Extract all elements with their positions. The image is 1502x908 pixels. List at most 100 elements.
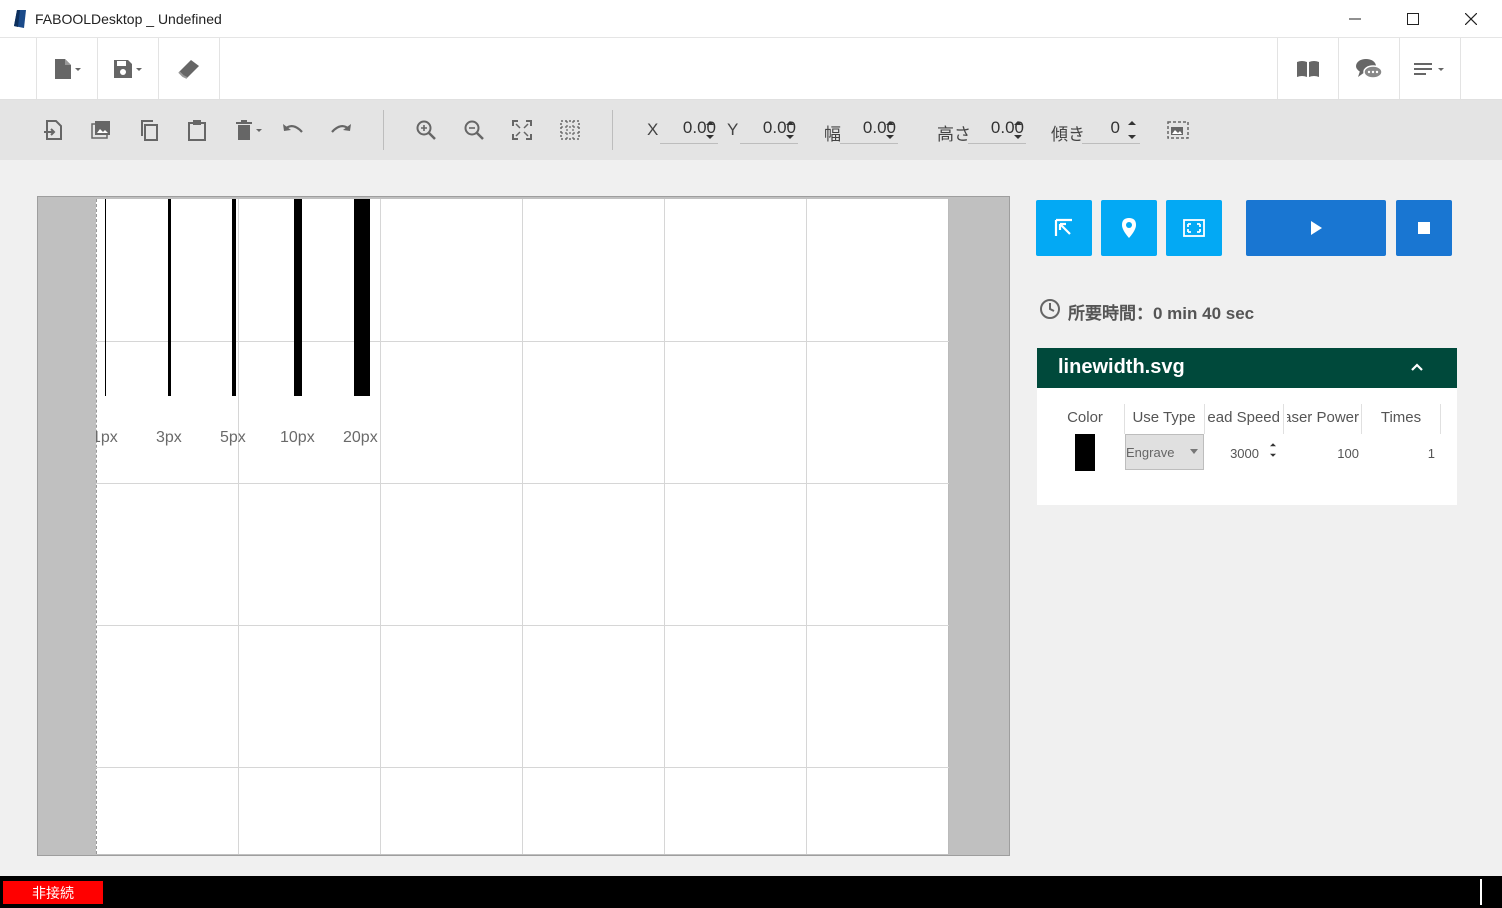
clock-icon — [1040, 299, 1060, 319]
color-swatch[interactable] — [1075, 434, 1095, 471]
status-divider — [1480, 879, 1482, 905]
frame-icon — [1183, 219, 1205, 237]
fit-screen-icon — [512, 120, 532, 140]
stop-button[interactable] — [1396, 200, 1452, 256]
image-icon — [91, 121, 110, 139]
new-file-icon — [55, 58, 81, 79]
grid-button[interactable] — [556, 116, 584, 144]
grid-icon — [560, 120, 580, 140]
chevron-down-icon — [1190, 449, 1198, 454]
stop-icon — [1418, 222, 1430, 234]
column-laser-power: Laser Power — [1287, 409, 1359, 426]
grid-line — [96, 625, 949, 626]
line-label: 1px — [96, 429, 118, 446]
close-button[interactable] — [1442, 0, 1500, 38]
line-1px[interactable] — [105, 199, 106, 396]
height-spinner[interactable] — [1013, 118, 1023, 142]
file-panel-header[interactable]: linewidth.svg — [1037, 348, 1457, 388]
home-button[interactable] — [1036, 200, 1092, 256]
chat-icon — [1356, 58, 1383, 79]
width-spinner[interactable] — [885, 118, 895, 142]
y-spinner[interactable] — [785, 118, 795, 142]
location-icon — [1122, 218, 1136, 238]
menu-button[interactable] — [1400, 38, 1460, 99]
laser-power-input[interactable]: 100 — [1297, 446, 1359, 461]
status-bar: 非接続 — [0, 876, 1502, 908]
run-button[interactable] — [1246, 200, 1386, 256]
angle-label: 傾き — [1051, 125, 1085, 144]
column-color: Color — [1067, 409, 1103, 426]
angle-spinner[interactable] — [1127, 118, 1137, 142]
fit-screen-button[interactable] — [508, 116, 536, 144]
save-button[interactable] — [98, 38, 158, 99]
title-bar: FABOOLDesktop _ Undefined — [0, 0, 1502, 38]
image-bounds-button[interactable] — [1164, 116, 1192, 144]
redo-icon — [331, 124, 351, 133]
line-label: 10px — [280, 429, 315, 446]
grid-line — [96, 483, 949, 484]
play-icon — [1311, 221, 1322, 235]
delete-icon — [236, 120, 262, 140]
line-label: 3px — [156, 429, 182, 446]
line-label: 20px — [343, 429, 378, 446]
redo-button[interactable] — [327, 116, 355, 144]
grid-line — [664, 199, 665, 854]
save-icon — [114, 59, 142, 78]
line-5px[interactable] — [232, 199, 236, 396]
undo-icon — [283, 124, 303, 133]
x-label: X — [647, 120, 659, 139]
file-name: linewidth.svg — [1058, 356, 1185, 378]
times-input[interactable]: 1 — [1377, 446, 1435, 461]
paste-button[interactable] — [183, 116, 211, 144]
line-20px[interactable] — [354, 199, 370, 396]
copy-button[interactable] — [135, 116, 163, 144]
estimated-time: 所要時間：0 min 40 sec — [1068, 304, 1255, 323]
manual-book-icon — [1297, 60, 1319, 77]
maximize-button[interactable] — [1384, 0, 1442, 38]
frame-button[interactable] — [1166, 200, 1222, 256]
head-speed-spinner[interactable] — [1269, 441, 1277, 459]
delete-button[interactable] — [232, 116, 266, 144]
manual-button[interactable] — [1278, 38, 1338, 99]
grid-line — [96, 341, 949, 342]
import-icon — [44, 120, 62, 140]
image-button[interactable] — [87, 116, 115, 144]
chat-button[interactable] — [1339, 38, 1399, 99]
home-icon — [1054, 218, 1072, 236]
maximize-icon — [1407, 13, 1419, 25]
grid-line — [522, 199, 523, 854]
app-logo-icon — [14, 10, 26, 28]
location-button[interactable] — [1101, 200, 1157, 256]
collapse-icon[interactable] — [1410, 362, 1424, 372]
import-button[interactable] — [39, 116, 67, 144]
material-button[interactable] — [159, 38, 219, 99]
edit-toolbar: X 0.00 Y 0.00 幅 0.00 高さ 0.00 傾き 0 — [0, 100, 1502, 245]
line-3px[interactable] — [168, 199, 171, 396]
minimize-button[interactable] — [1326, 0, 1384, 38]
zoom-out-button[interactable] — [460, 116, 488, 144]
head-speed-input[interactable]: 3000 — [1217, 446, 1259, 461]
zoom-in-icon — [416, 120, 436, 140]
line-labels: 1px 3px 5px 10px 20px — [96, 420, 396, 460]
grid-line — [238, 199, 239, 854]
grid-line — [96, 767, 949, 768]
height-label: 高さ — [937, 125, 971, 144]
width-label: 幅 — [824, 125, 841, 144]
x-spinner[interactable] — [705, 118, 715, 142]
use-type-select[interactable]: Engrave — [1125, 434, 1204, 470]
y-label: Y — [727, 120, 739, 139]
column-head-speed: Head Speed — [1208, 409, 1280, 426]
column-use-type: Use Type — [1132, 409, 1196, 426]
file-settings-panel: Color Use Type Head Speed Laser Power Ti… — [1037, 388, 1457, 505]
grid-line — [380, 199, 381, 854]
zoom-in-button[interactable] — [412, 116, 440, 144]
new-file-button[interactable] — [37, 38, 97, 99]
copy-icon — [141, 120, 158, 141]
minimize-icon — [1349, 18, 1361, 20]
column-times: Times — [1380, 409, 1422, 426]
undo-button[interactable] — [279, 116, 307, 144]
line-10px[interactable] — [294, 199, 302, 396]
grid-line — [806, 199, 807, 854]
image-bounds-icon — [1167, 121, 1189, 139]
paste-icon — [188, 120, 206, 141]
